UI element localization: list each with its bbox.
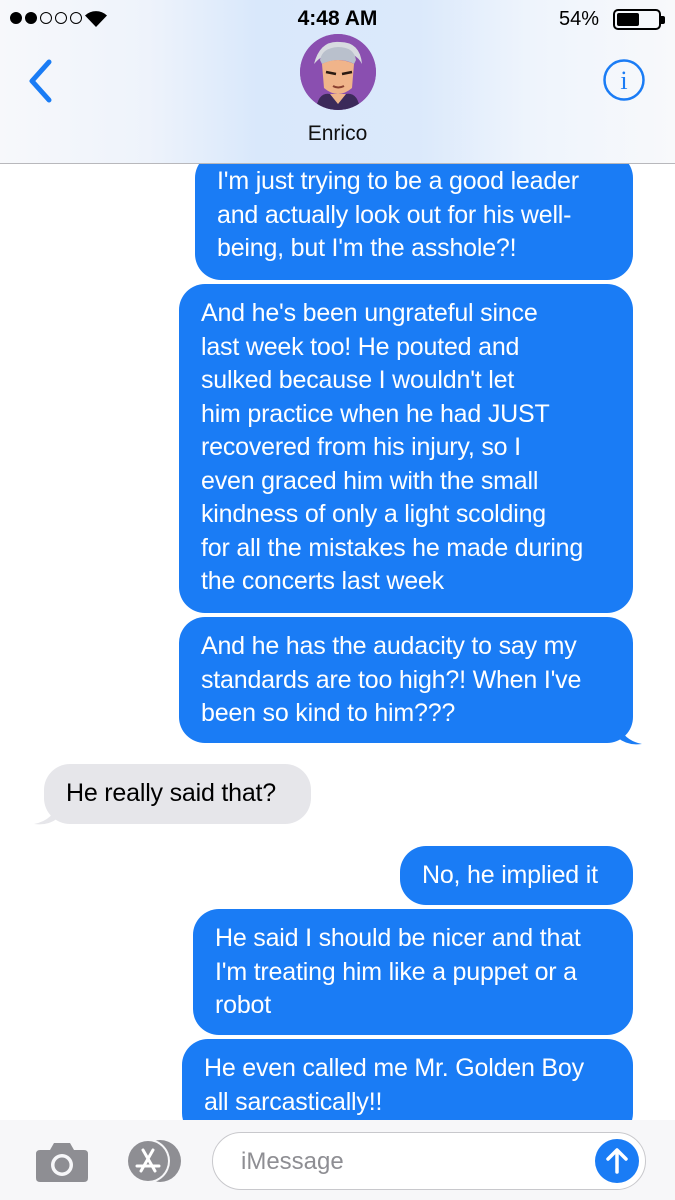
message-input[interactable]: iMessage [212,1132,646,1190]
battery-icon [613,9,665,30]
info-button[interactable]: i [602,58,646,102]
message-input-bar: iMessage [0,1120,675,1200]
message-placeholder: iMessage [241,1148,344,1175]
bubble-tail [618,722,642,745]
chevron-left-icon [29,59,52,103]
outgoing-message[interactable]: He said I should be nicer and that I'm t… [193,909,633,1035]
svg-text:i: i [620,66,627,95]
contact-avatar[interactable] [300,34,376,110]
info-icon: i [603,59,645,101]
contact-name[interactable]: Enrico [0,122,675,146]
outgoing-message[interactable]: And he has the audacity to say my standa… [179,617,633,743]
outgoing-message[interactable]: And he's been ungrateful since last week… [179,284,633,613]
avatar-image [300,34,376,110]
conversation-header: 4:48 AM 54% Enrico i [0,0,675,164]
app-store-icon [126,1139,181,1183]
outgoing-message[interactable]: No, he implied it [400,846,633,905]
camera-button[interactable] [34,1138,90,1184]
bubble-tail [34,802,58,825]
message-thread[interactable]: I'm just trying to be a good leader and … [0,164,675,1120]
battery-percentage: 54% [558,8,599,30]
send-arrow-icon [606,1148,628,1174]
outgoing-message[interactable]: I'm just trying to be a good leader and … [195,164,633,280]
battery-level-fill [617,13,639,26]
back-button[interactable] [24,56,58,106]
app-store-button[interactable] [122,1138,186,1184]
camera-icon [36,1143,88,1182]
outgoing-message[interactable]: He even called me Mr. Golden Boy all sar… [182,1039,633,1120]
send-button[interactable] [595,1139,639,1183]
incoming-message[interactable]: He really said that? [44,764,311,824]
